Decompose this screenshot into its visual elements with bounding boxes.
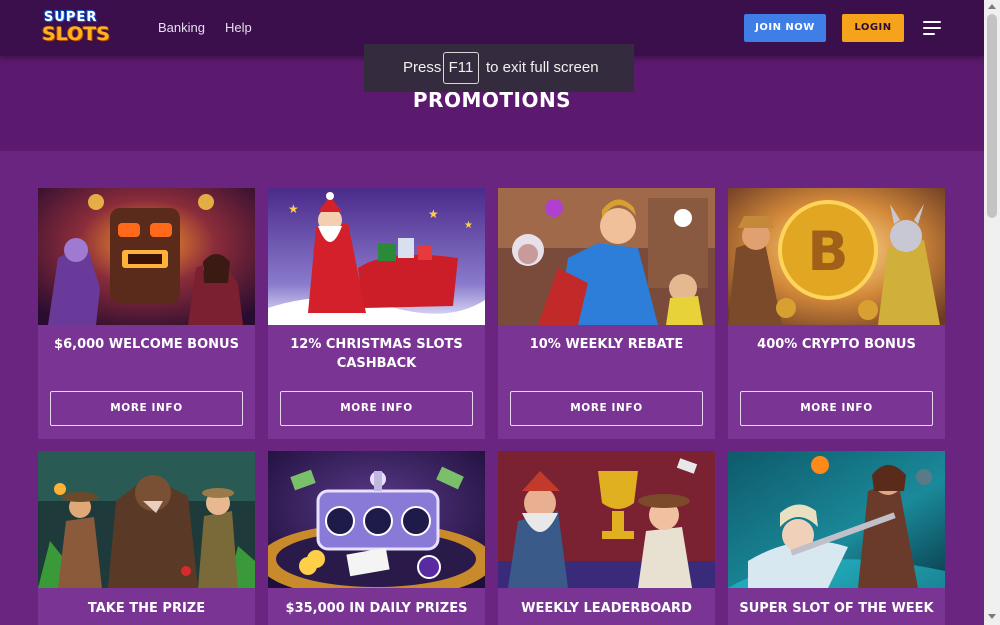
logo-word-slots: SLOTS xyxy=(42,23,110,45)
scroll-down-arrow-icon[interactable] xyxy=(988,614,996,619)
promo-title: SUPER SLOT OF THE WEEK xyxy=(739,601,934,616)
scroll-up-arrow-icon[interactable] xyxy=(988,4,996,9)
svg-text:B: B xyxy=(807,220,848,283)
promo-card-welcome-bonus: $6,000 WELCOME BONUS MORE INFO xyxy=(38,188,255,439)
svg-text:★: ★ xyxy=(288,202,299,216)
svg-text:★: ★ xyxy=(464,220,473,231)
promo-card-christmas-cashback: ★ ★ ★ 12% CHRISTMAS SLOTS CASHBACK MORE … xyxy=(268,188,485,439)
more-info-button[interactable]: MORE INFO xyxy=(50,391,243,426)
promo-image-daily-prizes[interactable] xyxy=(268,451,485,588)
promo-title: 400% CRYPTO BONUS xyxy=(757,337,916,352)
promo-title: 12% CHRISTMAS SLOTS CASHBACK xyxy=(290,337,463,371)
fullscreen-exit-notice: Press F11 to exit full screen xyxy=(364,44,634,92)
f11-key-badge: F11 xyxy=(443,52,479,84)
more-info-button[interactable]: MORE INFO xyxy=(740,391,933,426)
login-button[interactable]: LOGIN xyxy=(842,14,904,42)
nav-banking-link[interactable]: Banking xyxy=(158,20,205,35)
vertical-scrollbar[interactable] xyxy=(984,0,1000,625)
promo-card-take-the-prize: TAKE THE PRIZE xyxy=(38,451,255,625)
notice-text-press: Press xyxy=(403,59,442,76)
promo-image-christmas-cashback[interactable]: ★ ★ ★ xyxy=(268,188,485,325)
promo-image-take-the-prize[interactable] xyxy=(38,451,255,588)
promo-image-weekly-rebate[interactable] xyxy=(498,188,715,325)
promo-card-weekly-rebate: 10% WEEKLY REBATE MORE INFO xyxy=(498,188,715,439)
promo-card-crypto-bonus: B 400% CRYPTO BONUS MORE INFO xyxy=(728,188,945,439)
promo-title: WEEKLY LEADERBOARD xyxy=(521,601,692,616)
promo-image-weekly-leaderboard[interactable] xyxy=(498,451,715,588)
promo-card-super-slot-of-the-week: SUPER SLOT OF THE WEEK xyxy=(728,451,945,625)
promo-image-welcome-bonus[interactable] xyxy=(38,188,255,325)
nav-help-link[interactable]: Help xyxy=(225,20,252,35)
promo-title: $35,000 IN DAILY PRIZES xyxy=(285,601,468,616)
more-info-button[interactable]: MORE INFO xyxy=(280,391,473,426)
promo-title: TAKE THE PRIZE xyxy=(87,601,206,616)
page: SUPER SLOTS Banking Help JOIN NOW LOGIN … xyxy=(0,0,984,625)
hamburger-menu-icon[interactable] xyxy=(923,21,941,35)
promo-title: 10% WEEKLY REBATE xyxy=(529,337,684,352)
more-info-button[interactable]: MORE INFO xyxy=(510,391,703,426)
svg-text:★: ★ xyxy=(428,207,439,221)
scrollbar-thumb[interactable] xyxy=(987,14,997,218)
super-slots-logo[interactable]: SUPER SLOTS xyxy=(42,10,112,46)
promo-title: $6,000 WELCOME BONUS xyxy=(54,337,239,352)
promo-image-crypto-bonus[interactable]: B xyxy=(728,188,945,325)
promo-image-super-slot-of-the-week[interactable] xyxy=(728,451,945,588)
promo-card-daily-prizes: $35,000 IN DAILY PRIZES xyxy=(268,451,485,625)
promo-card-weekly-leaderboard: WEEKLY LEADERBOARD xyxy=(498,451,715,625)
notice-text-exit: to exit full screen xyxy=(486,59,599,76)
join-now-button[interactable]: JOIN NOW xyxy=(744,14,826,42)
